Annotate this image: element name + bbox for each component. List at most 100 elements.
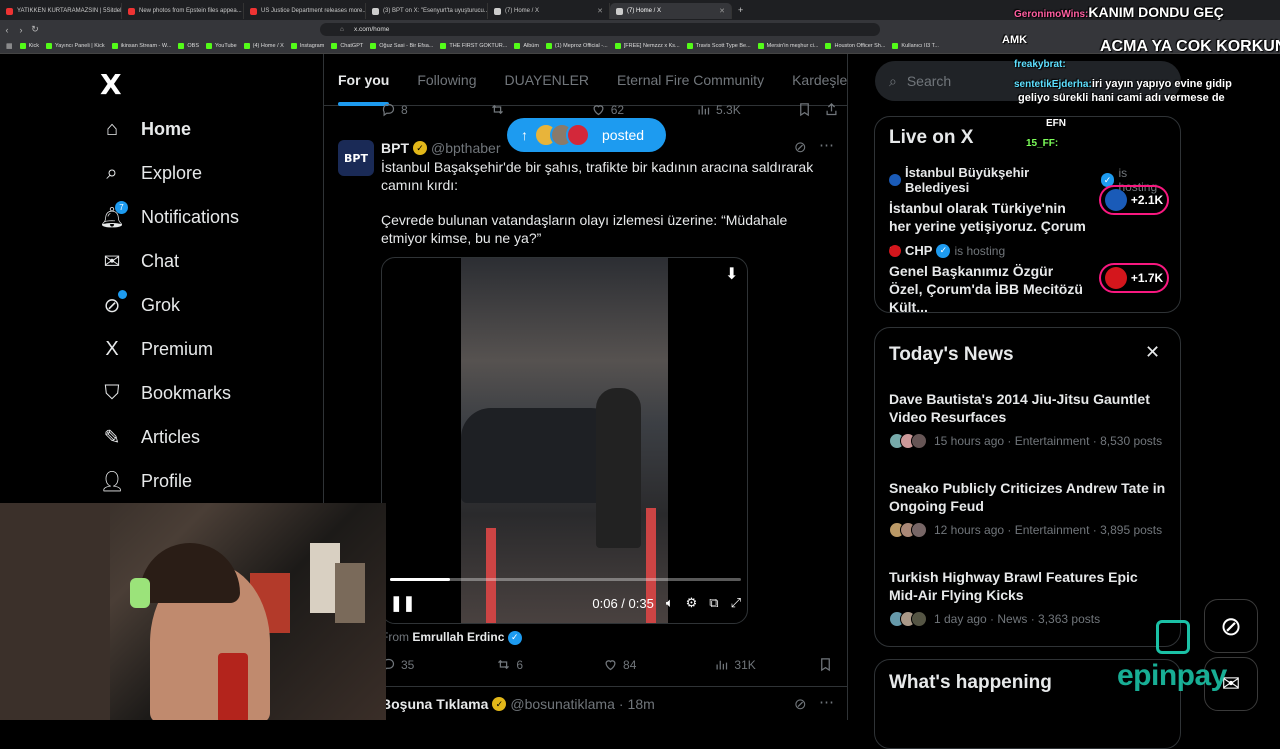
close-icon[interactable]: ✕ bbox=[719, 7, 725, 15]
browser-tab[interactable]: US Justice Department releases more...✕ bbox=[244, 3, 366, 19]
feed-tab[interactable]: Kardeşler Ki bbox=[778, 54, 847, 106]
from-user[interactable]: Emrullah Erdinc bbox=[412, 630, 504, 644]
bookmark-item[interactable]: Houston Officer Sh... bbox=[825, 43, 885, 49]
bookmark-item[interactable]: OBS bbox=[178, 43, 199, 49]
close-icon[interactable]: ✕ bbox=[1145, 342, 1160, 363]
next-author-name[interactable]: Boşuna Tıklama bbox=[381, 696, 488, 712]
more-icon[interactable]: ⋯ bbox=[819, 693, 834, 711]
repost-count: 6 bbox=[516, 657, 524, 672]
bookmark-item[interactable]: ikinsan Stream - W... bbox=[111, 43, 171, 49]
bookmark-item[interactable]: Travis Scott Type Be... bbox=[686, 43, 751, 49]
video-progress-bar[interactable] bbox=[390, 578, 741, 581]
tab-title: New photos from Epstein files appea... bbox=[139, 8, 242, 14]
news-item[interactable]: Turkish Highway Brawl Features Epic Mid-… bbox=[889, 568, 1169, 627]
next-author-handle[interactable]: @bosunatiklama bbox=[510, 696, 615, 712]
like-button[interactable]: 84 bbox=[603, 657, 636, 672]
live-item[interactable]: CHP ✓ is hosting Genel Başkanımız Özgür Öze… bbox=[889, 243, 1169, 316]
url-input[interactable]: ⌂ x.com/home bbox=[320, 23, 880, 36]
x-logo[interactable]: X bbox=[100, 68, 122, 101]
epinpay-logo-icon bbox=[1156, 620, 1190, 654]
feed-tab[interactable]: DUAYENLER bbox=[490, 54, 603, 106]
nav-item-bookmarks[interactable]: ⛉ Bookmarks bbox=[100, 381, 232, 405]
bookmark-item[interactable]: YouTube bbox=[206, 43, 237, 49]
bookmark-label: [FREE] Nemzzz x Ks... bbox=[623, 43, 680, 49]
news-item[interactable]: Dave Bautista's 2014 Jiu-Jitsu Gauntlet … bbox=[889, 390, 1169, 449]
repost-button[interactable]: 6 bbox=[496, 657, 523, 672]
bookmark-item[interactable]: Instagram bbox=[290, 43, 324, 49]
bookmark-label: Albüm bbox=[523, 43, 539, 49]
bookmark-label: Mersin'in meşhur ci... bbox=[766, 43, 819, 49]
live-item[interactable]: İstanbul Büyükşehir Belediyesi ✓ is hostin… bbox=[889, 165, 1169, 253]
bookmark-item[interactable]: (4) Home / X bbox=[243, 43, 284, 49]
news-meta-text: 1 day ago · News · 3,363 posts bbox=[934, 612, 1101, 626]
browser-tab[interactable]: YATIKKEN KURTARAMAZSIN | 5Sitdel...✕ bbox=[0, 3, 122, 19]
new-tab-icon[interactable]: + bbox=[738, 5, 743, 15]
bookmark-button[interactable] bbox=[818, 657, 833, 672]
bookmark-button[interactable] bbox=[797, 102, 812, 117]
browser-tab[interactable]: (3) BPT on X: "Esenyurt'ta uyuşturucu...… bbox=[366, 3, 488, 19]
like-button[interactable]: 62 bbox=[591, 102, 624, 117]
nav-item-explore[interactable]: ⌕ Explore bbox=[100, 161, 202, 185]
views-button[interactable]: 31K bbox=[714, 657, 756, 672]
reply-button[interactable]: 8 bbox=[381, 102, 408, 117]
close-icon[interactable]: ✕ bbox=[597, 7, 603, 15]
live-listener-badge[interactable]: +1.7K bbox=[1099, 263, 1169, 293]
share-button[interactable] bbox=[824, 102, 839, 117]
pause-icon[interactable]: ❚❚ bbox=[390, 594, 415, 612]
more-icon[interactable]: ⋯ bbox=[819, 136, 834, 154]
apps-icon[interactable]: ▦ bbox=[6, 42, 13, 50]
bookmark-item[interactable]: Albüm bbox=[514, 43, 539, 49]
live-listener-badge[interactable]: +2.1K bbox=[1099, 185, 1169, 215]
bookmark-label: Kullanıcı II3 T... bbox=[901, 43, 939, 49]
browser-tab[interactable]: New photos from Epstein files appea...✕ bbox=[122, 3, 244, 19]
browser-tab[interactable]: (7) Home / X ✕ bbox=[610, 3, 732, 19]
feed-tab[interactable]: Eternal Fire Community bbox=[603, 54, 778, 106]
avatar[interactable]: BPT bbox=[338, 140, 374, 176]
share-button[interactable] bbox=[845, 657, 847, 672]
back-icon[interactable]: ‹ bbox=[0, 25, 14, 35]
forward-icon[interactable]: › bbox=[14, 25, 28, 35]
volume-icon[interactable]: 🔈︎ bbox=[666, 595, 674, 611]
nav-item-grok[interactable]: ⊘ Grok bbox=[100, 290, 180, 317]
author-handle[interactable]: @bpthaber bbox=[431, 140, 500, 156]
bookmark-item[interactable]: THE FIRST GOKTUR... bbox=[440, 43, 507, 49]
news-meta: 1 day ago · News · 3,363 posts bbox=[889, 611, 1169, 627]
grok-icon[interactable]: ⊘ bbox=[794, 138, 807, 156]
reload-icon[interactable]: ↻ bbox=[28, 24, 42, 35]
nav-item-notifications[interactable]: 🔔︎ 7 Notifications bbox=[99, 201, 239, 229]
bookmark-item[interactable]: Kick bbox=[19, 43, 39, 49]
browser-tab[interactable]: (7) Home / X ✕ bbox=[488, 3, 610, 19]
repost-button[interactable] bbox=[490, 102, 505, 117]
views-button[interactable]: 5.3K bbox=[696, 102, 741, 117]
reply-button[interactable]: 35 bbox=[381, 657, 414, 672]
new-posts-pill[interactable]: ↑ posted bbox=[507, 118, 666, 152]
feed-tab[interactable]: For you bbox=[324, 54, 403, 106]
bookmark-item[interactable]: ChatGPT bbox=[331, 43, 363, 49]
bookmark-item[interactable]: Kullanıcı II3 T... bbox=[892, 43, 939, 49]
nav-item-chat[interactable]: ✉ Chat bbox=[100, 249, 179, 273]
bookmark-item[interactable]: [FREE] Nemzzz x Ks... bbox=[614, 43, 680, 49]
bookmark-item[interactable]: Oğuz Sasi - Bir Efsa... bbox=[370, 43, 433, 49]
bookmark-item[interactable]: Mersin'in meşhur ci... bbox=[757, 43, 819, 49]
nav-item-profile[interactable]: 👤︎ Profile bbox=[99, 469, 192, 493]
bookmark-favicon-icon bbox=[331, 43, 338, 49]
video-player[interactable]: ⬇ ❚❚ 0:06 / 0:35 🔈︎ ⚙︎ ⧉ ⤢ bbox=[381, 257, 748, 624]
tab-favicon-icon bbox=[372, 7, 379, 15]
news-item[interactable]: Sneako Publicly Criticizes Andrew Tate i… bbox=[889, 479, 1169, 538]
download-icon[interactable]: ⬇ bbox=[725, 264, 738, 284]
author-name[interactable]: BPT bbox=[381, 140, 409, 156]
video-progress-fill bbox=[390, 578, 450, 581]
tweet-text-line2: Çevrede bulunan vatandaşların olayı izle… bbox=[381, 212, 788, 246]
nav-item-home[interactable]: ⌂ Home bbox=[100, 117, 191, 141]
fullscreen-icon[interactable]: ⤢ bbox=[731, 595, 741, 611]
grok-button[interactable]: ⊘ bbox=[1204, 599, 1258, 653]
bookmark-item[interactable]: Yayıncı Paneli | Kick bbox=[46, 43, 105, 49]
bookmark-item[interactable]: (1) Meproz Official -... bbox=[545, 43, 608, 49]
nav-item-articles[interactable]: ✎ Articles bbox=[100, 425, 200, 449]
live-host: CHP ✓ is hosting bbox=[889, 243, 1169, 258]
pip-icon[interactable]: ⧉ bbox=[709, 595, 718, 611]
feed-tab[interactable]: Following bbox=[403, 54, 490, 106]
settings-icon[interactable]: ⚙︎ bbox=[686, 595, 698, 611]
nav-item-premium[interactable]: X Premium bbox=[100, 337, 213, 361]
grok-icon[interactable]: ⊘ bbox=[794, 695, 807, 713]
